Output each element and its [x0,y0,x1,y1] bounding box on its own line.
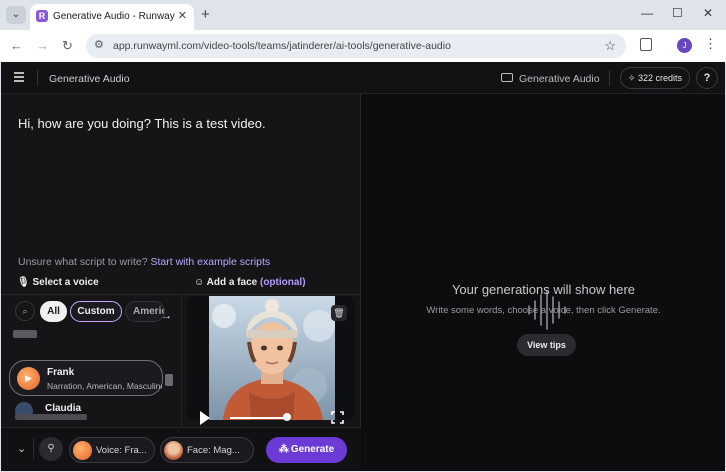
generate-label: Generate [290,444,335,455]
credits-label: 322 credits [638,73,683,83]
face-thumbnail-icon [164,441,183,460]
divider [33,438,34,460]
tune-icon[interactable]: ⚙ [94,38,104,51]
forward-icon[interactable]: → [36,38,49,53]
sparkle-icon: ⁂ [278,444,289,455]
app-header: Generative Audio Generative Audio ✧ 322 … [1,62,725,94]
generation-footer: ⌄ ⚲ Voice: Fra... Face: Mag... ⁂ Generate [1,427,361,471]
help-button[interactable]: ? [696,67,718,89]
empty-state-subtitle: Write some words, choose a voice, then c… [426,305,661,316]
voice-pill[interactable]: Voice: Fra... [69,437,155,463]
search-icon: ⌕ [22,306,28,316]
voice-avatar-icon [73,441,92,460]
scrollbar-thumb[interactable] [165,374,173,386]
star-icon[interactable]: ☆ [604,38,616,54]
arrow-right-icon[interactable]: → [161,310,172,322]
divider [37,70,38,86]
browser-toolbar: ← → ↻ ⚙ app.runwayml.com/video-tools/tea… [0,30,726,62]
settings-sliders-icon[interactable]: ⚲ [39,437,63,461]
volume-slider-knob[interactable] [283,413,291,421]
runway-favicon: R [36,10,48,22]
sparkle-icon: ✧ [627,73,638,83]
close-icon[interactable]: ✕ [178,9,187,22]
voice-card-selected[interactable]: ▶ Frank Narration, American, Masculine [9,360,163,396]
select-voice-label: Select a voice [32,277,99,288]
script-textarea[interactable]: Hi, how are you doing? This is a test vi… [18,116,266,131]
generate-button[interactable]: ⁂ Generate [266,437,347,463]
fullscreen-icon[interactable] [331,411,344,424]
credits-button[interactable]: ✧ 322 credits [620,67,690,89]
back-icon[interactable]: ← [10,38,23,53]
url-text: app.runwayml.com/video-tools/teams/jatin… [113,40,451,52]
tab-generative-audio[interactable]: R Generative Audio - Runway ✕ [30,4,194,30]
close-window-icon[interactable]: ✕ [703,6,713,20]
plus-icon[interactable]: + [201,6,210,23]
filter-scrollbar[interactable] [13,330,37,338]
face-pill-label: Face: Mag... [187,445,240,456]
chevron-down-icon: ⌄ [11,9,21,20]
browser-chrome: ⌄ R Generative Audio - Runway ✕ + — ☐ ✕ … [0,0,726,62]
kebab-icon[interactable]: ⋮ [704,36,717,52]
play-icon[interactable] [200,411,210,425]
tab-strip: ⌄ R Generative Audio - Runway ✕ + — ☐ ✕ [0,0,726,30]
trash-icon[interactable]: 🗑 [331,305,347,321]
add-face-label: Add a face [206,277,258,288]
tab-title: Generative Audio - Runway [53,11,175,22]
add-face-heading: ☺ Add a face (optional) [194,277,306,288]
maximize-icon[interactable]: ☐ [672,6,683,20]
tab-search-button[interactable]: ⌄ [6,6,26,24]
profile-avatar[interactable]: J [677,38,692,53]
select-voice-heading: 🎙 Select a voice [17,277,99,288]
example-scripts-link[interactable]: Start with example scripts [150,256,270,268]
microphone-icon: 🎙 [17,277,33,288]
minimize-icon[interactable]: — [641,6,653,20]
volume-slider[interactable] [230,417,288,419]
divider [609,70,610,86]
address-bar[interactable]: ⚙ app.runwayml.com/video-tools/teams/jat… [86,34,626,58]
voice-description: Narration, American, Masculine [47,381,162,391]
chevron-down-icon[interactable]: ⌄ [17,442,26,455]
hint-text: Unsure what script to write? [18,256,148,268]
voice-name[interactable]: Claudia [45,403,81,414]
filter-american[interactable]: Americ [125,301,165,322]
runway-app: Generative Audio Generative Audio ✧ 322 … [1,62,725,471]
voice-list-scrollbar[interactable] [165,354,173,402]
voice-list-hscrollbar[interactable] [15,414,87,420]
reload-icon[interactable]: ↻ [62,38,73,54]
extension-icon[interactable] [640,38,652,51]
voice-name: Frank [47,367,75,378]
voice-pill-label: Voice: Fra... [96,445,147,456]
divider [181,294,182,434]
filter-custom[interactable]: Custom [70,301,122,322]
face-pill[interactable]: Face: Mag... [160,437,254,463]
view-tips-button[interactable]: View tips [517,334,576,356]
hamburger-menu-icon[interactable] [14,72,24,84]
optional-label: (optional) [259,277,306,288]
face-image [209,296,335,420]
folder-icon[interactable] [501,73,513,82]
script-hint: Unsure what script to write? Start with … [18,256,270,268]
filter-all[interactable]: All [40,301,67,322]
empty-state-title: Your generations will show here [451,282,636,297]
voice-search-button[interactable]: ⌕ [15,301,35,321]
smiley-icon: ☺ [194,277,207,288]
play-icon[interactable]: ▶ [17,367,40,390]
page-title: Generative Audio [49,73,130,85]
folder-label[interactable]: Generative Audio [519,73,600,85]
face-preview[interactable] [187,296,355,420]
